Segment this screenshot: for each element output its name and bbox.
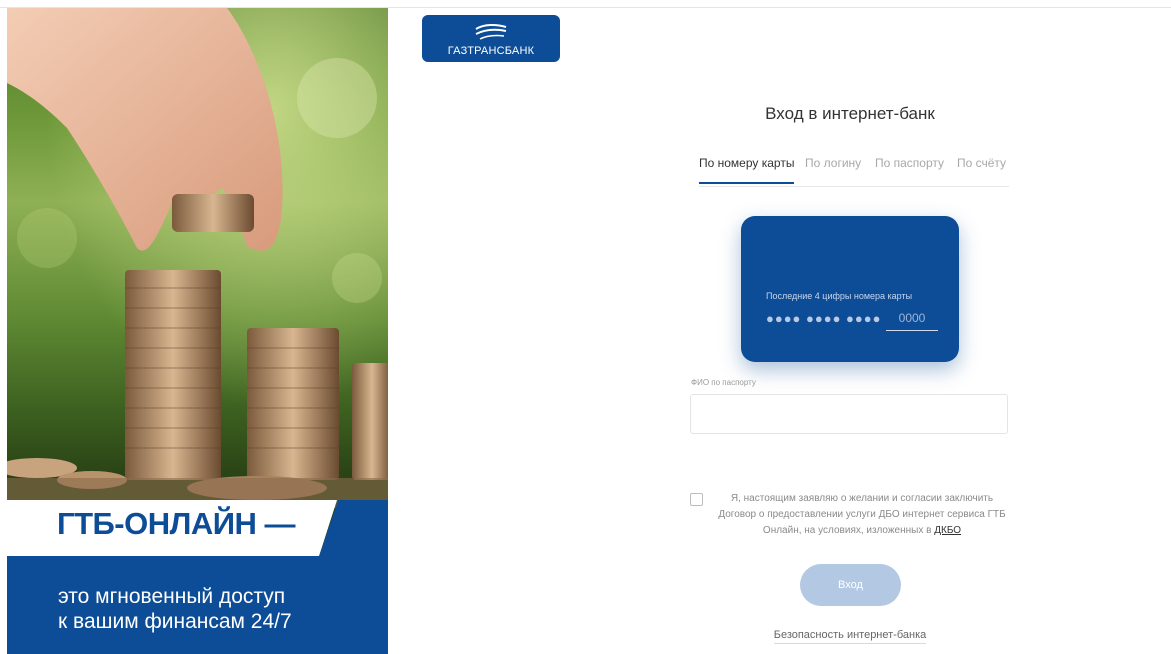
security-link[interactable]: Безопасность интернет-банка [773, 629, 927, 644]
dkbo-link[interactable]: ДКБО [934, 525, 961, 536]
agreement-text: Я, настоящим заявляю о желании и согласи… [712, 491, 1012, 539]
bank-logo[interactable]: ГАЗТРАНСБАНК [422, 15, 560, 62]
coins-photo [7, 8, 388, 508]
agreement-body: Я, настоящим заявляю о желании и согласи… [718, 493, 1006, 536]
agreement-checkbox[interactable] [690, 493, 703, 506]
login-title: Вход в интернет-банк [765, 104, 935, 123]
promo-subtitle-line1: это мгновенный доступ [58, 585, 286, 608]
promo-title: ГТБ-ОНЛАЙН — [57, 506, 296, 541]
login-method-tabs: По номеру карты По логину По паспорту По… [699, 156, 1009, 187]
card-digits-label: Последние 4 цифры номера карты [766, 291, 913, 301]
login-page: ГТБ-ОНЛАЙН — это мгновенный доступ к ваш… [0, 0, 1171, 654]
promo-subtitle-line2: к вашим финансам 24/7 [58, 610, 292, 633]
security-link-wrap: Безопасность интернет-банка [690, 629, 1010, 644]
tab-passport[interactable]: По паспорту [875, 156, 944, 182]
logo-text: ГАЗТРАНСБАНК [447, 45, 535, 57]
fio-label: ФИО по паспорту [691, 378, 756, 387]
login-button[interactable]: Вход [800, 564, 901, 606]
tab-card-number[interactable]: По номеру карты [699, 156, 795, 184]
logo-wave-icon [475, 23, 507, 40]
bank-card-widget: Последние 4 цифры номера карты ●●●● ●●●●… [741, 216, 959, 362]
card-masked-digits: ●●●● ●●●● ●●●● [766, 311, 882, 326]
promo-subtitle: это мгновенный доступ к вашим финансам 2… [58, 584, 358, 634]
tab-login[interactable]: По логину [805, 156, 861, 182]
card-last-digits-input[interactable] [886, 306, 938, 331]
fio-input[interactable] [690, 394, 1008, 434]
promo-banner [7, 8, 388, 654]
tab-account[interactable]: По счёту [957, 156, 1006, 182]
